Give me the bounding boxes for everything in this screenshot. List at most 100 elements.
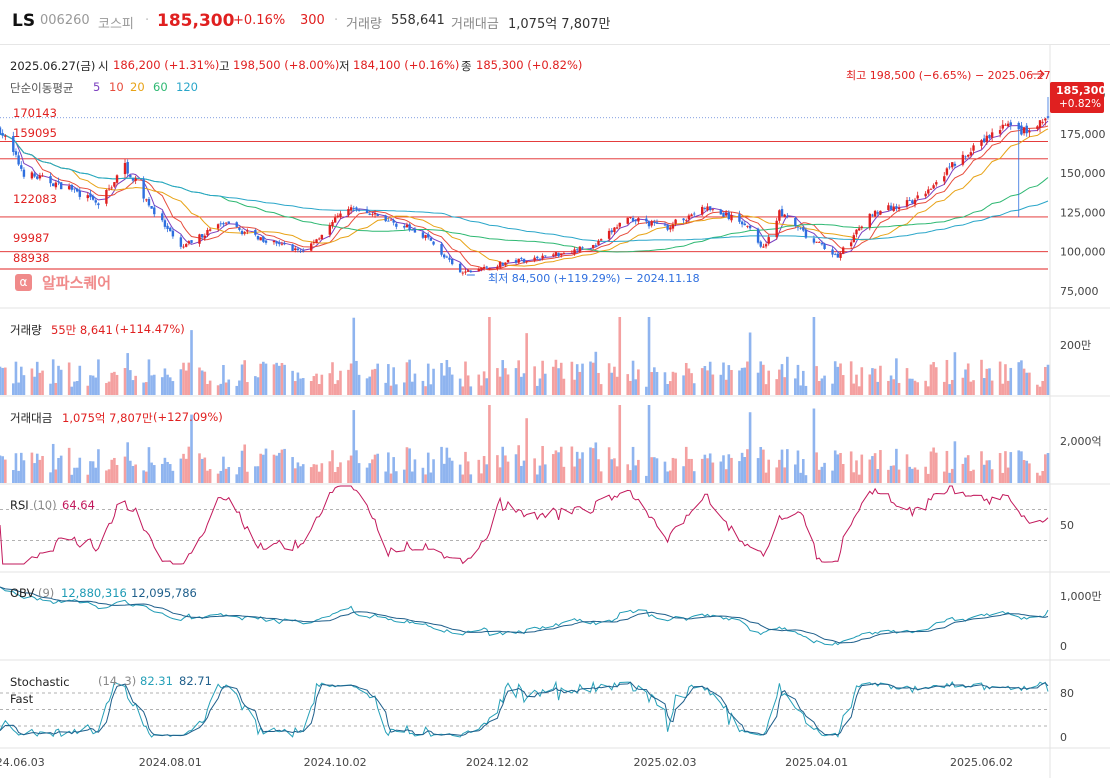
amount-bar [1017,450,1021,483]
volume-bar [477,374,481,395]
amount-bar [796,450,800,483]
volume-bar [783,377,786,395]
ma-line-120 [0,133,1049,242]
candle-body [153,207,156,215]
amount-bar [740,452,744,483]
volume-bar [86,385,90,395]
volume-bar [129,370,132,395]
candle-body [743,223,746,226]
candle-body [384,215,387,222]
stock-name[interactable]: LS [12,11,35,31]
volume-bar [988,368,991,395]
volume-bar [708,361,712,395]
candle-body [333,217,337,223]
amount-bar [405,447,409,483]
amount-bar [254,466,257,483]
volume-bar [722,362,725,395]
ma-legend-60[interactable]: 60 [153,80,168,94]
volume-bar [301,378,305,395]
candle-body [461,272,465,274]
amount-bar [692,471,696,483]
volume-bar [927,386,930,395]
candle-body [38,175,42,179]
volume-bar [1038,386,1042,395]
amount-bar [368,463,372,483]
candle-body [283,243,286,245]
amount-bar [730,457,733,483]
amount-bar [897,469,901,483]
candle-body [615,227,619,229]
amount-bar [113,457,116,483]
amount-bar [123,456,127,483]
amount-bar [227,467,231,483]
volume-bar [868,374,872,395]
ma-legend-10[interactable]: 10 [109,80,124,94]
volume-bar [687,368,691,395]
stoch-value-1: 82.31 [140,674,173,688]
candle-body [597,240,600,245]
amount-bar [711,462,715,483]
candle-body [395,223,398,227]
volume-bar [655,371,659,395]
candle-body [852,235,856,243]
amount-bar [488,405,491,483]
candle-body [738,214,741,222]
amount-bar [780,449,784,483]
amount-bar [703,454,707,483]
volume-bar [347,369,350,395]
candle-body [1001,124,1004,129]
amount-bar [0,455,2,483]
volume-bar [727,365,731,395]
amount-bar [615,466,619,483]
candle-body [272,240,276,243]
volume-bar [384,382,387,395]
amount-bar [708,453,712,483]
amount-bar [980,451,983,483]
volume-bar [160,377,164,395]
candle-body [871,214,874,216]
amount-bar [395,471,398,483]
amount-bar [674,458,677,483]
candle-body [182,246,185,248]
volume-bar [243,360,247,395]
ma-legend-20[interactable]: 20 [130,80,145,94]
candle-body [208,229,212,231]
candle-body [203,235,207,238]
ma-legend-120[interactable]: 120 [176,80,198,94]
amount-bar [1001,472,1005,483]
candle-body [94,200,97,203]
volume-bar [331,362,334,395]
volume-bar [1022,368,1026,395]
amount-bar [855,460,858,483]
volume-bar [964,369,967,395]
volume-bar [1001,383,1005,395]
amount-bar [815,452,818,483]
amount-bar [283,448,286,483]
amount-bar [575,451,579,483]
amount-bar [562,466,566,483]
volume-bar [674,372,677,395]
candle-body [389,219,393,221]
amount-bar [19,452,23,483]
candle-body [357,210,361,211]
volume-bar [339,370,342,395]
candle-body [448,257,451,260]
volume-bar [309,381,313,395]
candle-body [887,205,890,211]
volume-bar [392,367,395,395]
amount-bar [775,467,778,483]
volume-bar [35,361,39,395]
ma-legend-5[interactable]: 5 [93,80,100,94]
volume-bar [171,381,175,395]
volume-bar [820,378,824,395]
candle-body [67,186,71,190]
amount-bar [706,458,709,483]
candle-body [145,199,148,201]
candle-body [387,220,390,222]
amount-bar [67,447,71,483]
candle-body [504,262,507,265]
amount-bar [440,446,443,483]
candle-body [724,213,728,216]
amount-bar [129,460,132,483]
amount-bar [748,412,752,483]
